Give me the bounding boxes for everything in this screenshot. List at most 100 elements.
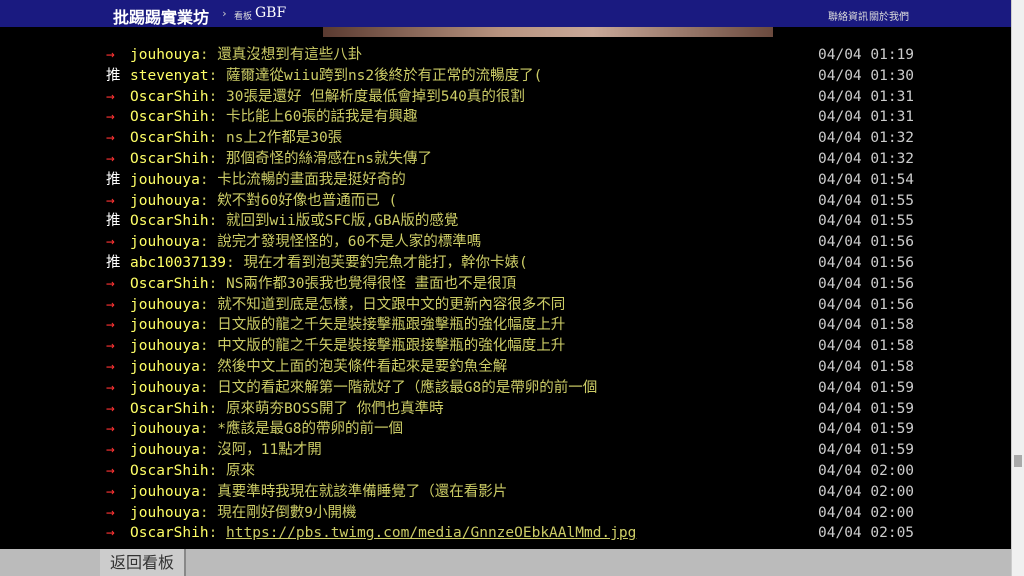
- comment-content: : 薩爾達從wiiu跨到ns2後終於有正常的流暢度了(: [208, 67, 543, 84]
- comment-username: jouhouya: [130, 296, 200, 313]
- comment-content: : 就不知道到底是怎樣，日文跟中文的更新內容很多不同: [199, 296, 566, 313]
- arrow-tag: →: [106, 151, 115, 167]
- embedded-image-bottom-edge[interactable]: [323, 27, 773, 37]
- comment-content: : 30張是還好 但解析度最低會掉到540真的很割: [208, 88, 525, 105]
- comment-username: OscarShih: [130, 109, 209, 126]
- arrow-tag: →: [106, 442, 115, 459]
- comment-row: → OscarShih: ns上2作都是30張 04/04 01:32: [0, 128, 1011, 149]
- comment-row: → jouhouya: 欸不對60好像也普通而已 (04/04 01:55: [0, 191, 1011, 212]
- comment-time: 04/04 02:00: [818, 463, 915, 479]
- comment-user: OscarShih: 30張是還好 但解析度最低會掉到540真的很割: [130, 87, 525, 108]
- breadcrumb-board-link[interactable]: GBF: [255, 5, 286, 21]
- arrow-tag: →: [106, 296, 115, 313]
- comment-link[interactable]: https://pbs.twimg.com/media/GnnzeOEbkAAl…: [226, 525, 636, 541]
- comment-content: : 日文版的龍之千矢是裝接擊瓶跟強擊瓶的強化幅度上升: [199, 317, 566, 334]
- comment-content: : 中文版的龍之千矢是裝接擊瓶跟接擊瓶的強化幅度上升: [199, 338, 566, 355]
- comment-row: → OscarShih: 30張是還好 但解析度最低會掉到540真的很割 04/04…: [0, 87, 1011, 108]
- comment-content: : 還真沒想到有這些八卦: [199, 47, 363, 63]
- comment-content: : 日文的看起來解第一階就好了（應該最G8的是帶卵的前一個: [199, 379, 598, 396]
- push-tag: 推: [106, 171, 121, 188]
- comment-row: → jouhouya: 中文版的龍之千矢是裝接擊瓶跟接擊瓶的強化幅度上升 04/04…: [0, 336, 1011, 357]
- comment-row: → jouhouya: 日文的看起來解第一階就好了（應該最G8的是帶卵的前一個 04…: [0, 378, 1011, 399]
- comment-content: : 原來萌夯BOSS開了 你們也真準時: [208, 400, 444, 417]
- comment-time: 04/04 02:05: [818, 525, 915, 542]
- comment-user: jouhouya: 日文的看起來解第一階就好了（應該最G8的是帶卵的前一個: [130, 378, 597, 399]
- arrow-tag: →: [106, 379, 115, 396]
- comment-user: jouhouya: 現在剛好倒數9小開機: [130, 503, 357, 524]
- comment-content: : 沒阿，11點才開: [199, 442, 322, 459]
- comment-user: abc10037139: 現在才看到泡芙要釣完魚才能打，幹你卡婊(: [130, 253, 528, 274]
- breadcrumb-board-label: 看板: [234, 12, 253, 22]
- comment-row: → jouhouya: 真要準時我現在就該準備睡覺了（還在看影片 04/04 02:…: [0, 482, 1011, 503]
- comment-row: → jouhouya: 日文版的龍之千矢是裝接擊瓶跟強擊瓶的強化幅度上升 04/04…: [0, 315, 1011, 336]
- comment-row: → jouhouya: 然後中文上面的泡芙條件看起來是要釣魚全解 04/04 01:…: [0, 357, 1011, 378]
- comment-username: OscarShih: [130, 213, 209, 230]
- comment-user: OscarShih: NS兩作都30張我也覺得很怪 畫面也不是很頂: [130, 274, 516, 295]
- comment-time: 04/04 01:59: [818, 400, 915, 417]
- comment-row: → jouhouya: 就不知道到底是怎樣，日文跟中文的更新內容很多不同 04/04…: [0, 295, 1011, 316]
- comment-time: 04/04 01:58: [818, 359, 915, 375]
- comment-time: 04/04 01:58: [818, 317, 915, 334]
- comment-user: jouhouya: *應該是最G8的帶卵的前一個: [130, 419, 403, 440]
- comment-row: → OscarShih: 那個奇怪的絲滑感在ns就失傳了 04/04 01:32: [0, 149, 1011, 170]
- arrow-tag: →: [106, 130, 115, 147]
- comment-row: 推 abc10037139: 現在才看到泡芙要釣完魚才能打，幹你卡婊( 04/04 …: [0, 253, 1011, 274]
- comment-user: jouhouya: 卡比流暢的畫面我是挺好奇的: [130, 170, 406, 191]
- comment-user: jouhouya: 真要準時我現在就該準備睡覺了（還在看影片: [130, 482, 507, 503]
- comment-content: : 真要準時我現在就該準備睡覺了（還在看影片: [199, 483, 508, 500]
- comment-username: OscarShih: [130, 463, 209, 479]
- comment-row: → jouhouya: 現在剛好倒數9小開機 04/04 02:00: [0, 503, 1011, 524]
- comment-time: 04/04 01:58: [818, 338, 915, 355]
- comment-user: jouhouya: 就不知道到底是怎樣，日文跟中文的更新內容很多不同: [130, 295, 565, 316]
- arrow-tag: →: [106, 192, 115, 209]
- comment-time: 04/04 01:55: [818, 192, 915, 209]
- arrow-tag: →: [106, 338, 115, 355]
- comment-row: 推 OscarShih: 就回到wii版或SFC版,GBA版的感覺 04/04 01…: [0, 211, 1011, 232]
- comment-content: : 說完才發現怪怪的，60不是人家的標準嗎: [199, 234, 482, 251]
- comment-user: OscarShih: ns上2作都是30張: [130, 128, 342, 149]
- comment-content: : 現在剛好倒數9小開機: [199, 504, 357, 521]
- push-tag: 推: [106, 255, 121, 271]
- comment-time: 04/04 01:31: [818, 109, 915, 126]
- comment-content: : *應該是最G8的帶卵的前一個: [199, 421, 403, 438]
- arrow-tag: →: [106, 317, 115, 334]
- comment-content: :: [208, 525, 227, 542]
- comment-time: 04/04 01:59: [818, 379, 915, 396]
- comment-row: 推 jouhouya: 卡比流暢的畫面我是挺好奇的 04/04 01:54: [0, 170, 1011, 191]
- comment-time: 04/04 01:32: [818, 130, 915, 147]
- comment-row: → OscarShih: https://pbs.twimg.com/media/…: [0, 523, 1011, 544]
- comment-time: 04/04 01:55: [818, 213, 915, 230]
- comment-time: 04/04 01:59: [818, 442, 915, 459]
- comment-username: jouhouya: [130, 47, 200, 63]
- comment-username: OscarShih: [130, 400, 209, 417]
- arrow-tag: →: [106, 275, 115, 292]
- comment-time: 04/04 01:30: [818, 67, 915, 84]
- nav-about-link[interactable]: 關於我們: [869, 8, 909, 23]
- arrow-tag: →: [106, 109, 115, 126]
- site-title-link[interactable]: 批踢踢實業坊: [113, 4, 209, 28]
- comment-username: OscarShih: [130, 275, 209, 292]
- comment-username: jouhouya: [130, 379, 200, 396]
- comment-row: → OscarShih: 原來萌夯BOSS開了 你們也真準時 04/04 01:59: [0, 399, 1011, 420]
- arrow-tag: →: [106, 359, 115, 375]
- comment-time: 04/04 01:56: [818, 275, 915, 292]
- comment-content: : 那個奇怪的絲滑感在ns就失傳了: [208, 151, 432, 167]
- comment-username: jouhouya: [130, 171, 200, 188]
- arrow-tag: →: [106, 421, 115, 438]
- comment-user: OscarShih: 那個奇怪的絲滑感在ns就失傳了: [130, 149, 432, 170]
- comment-time: 04/04 01:56: [818, 255, 915, 271]
- comment-user: jouhouya: 還真沒想到有這些八卦: [130, 45, 362, 66]
- comment-username: jouhouya: [130, 359, 200, 375]
- comment-row: → jouhouya: *應該是最G8的帶卵的前一個 04/04 01:59: [0, 419, 1011, 440]
- comment-time: 04/04 01:56: [818, 234, 915, 251]
- back-to-board-button[interactable]: 返回看板: [100, 549, 186, 576]
- arrow-tag: →: [106, 483, 115, 500]
- comment-username: OscarShih: [130, 151, 209, 167]
- nav-contact-link[interactable]: 聯絡資訊: [828, 8, 868, 23]
- comment-user: jouhouya: 說完才發現怪怪的，60不是人家的標準嗎: [130, 232, 481, 253]
- comment-time: 04/04 01:56: [818, 296, 915, 313]
- comment-time: 04/04 02:00: [818, 504, 915, 521]
- comment-username: OscarShih: [130, 130, 209, 147]
- scrollbar[interactable]: [1011, 0, 1024, 576]
- scrollbar-thumb[interactable]: [1014, 455, 1022, 467]
